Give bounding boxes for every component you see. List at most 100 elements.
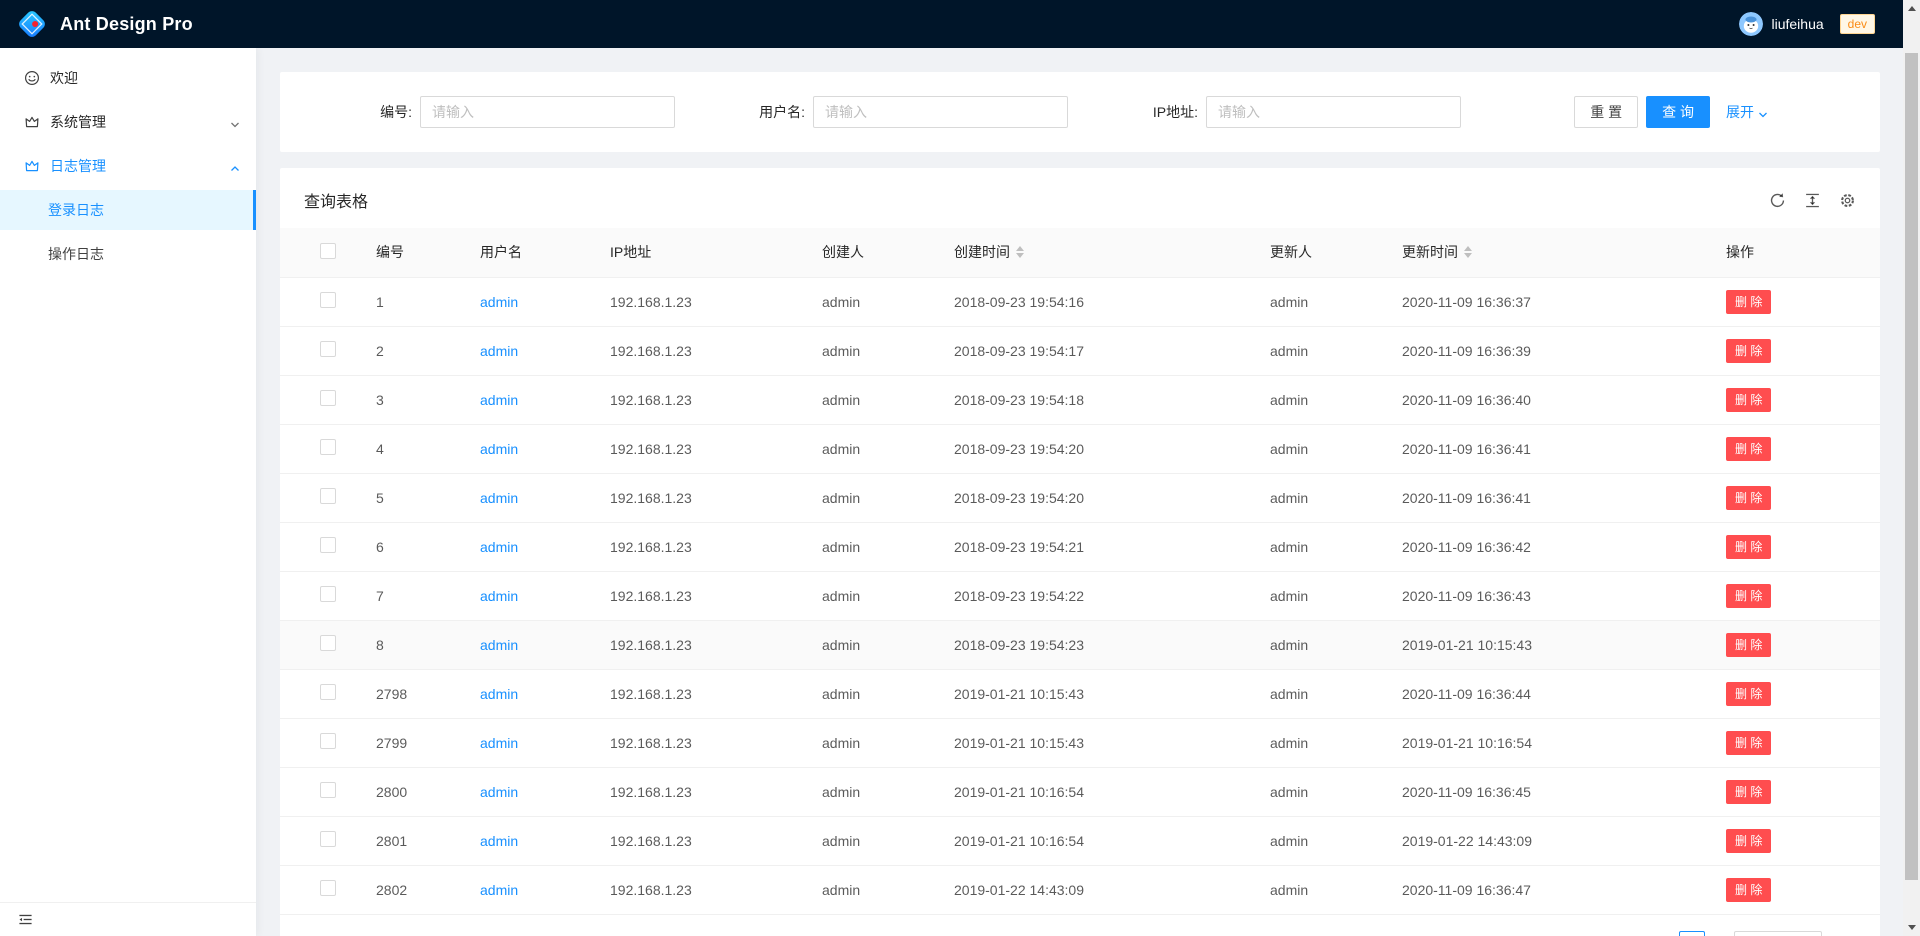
username-field[interactable] [813,96,1068,128]
cell-updated-at: 2020-11-09 16:36:40 [1386,375,1710,424]
sidebar-menu: 欢迎 系统管理 日志管理 [0,48,256,902]
row-checkbox[interactable] [320,635,336,651]
sidebar-item-log-management[interactable]: 日志管理 [0,146,256,186]
ip-field[interactable] [1206,96,1461,128]
row-checkbox[interactable] [320,390,336,406]
row-checkbox[interactable] [320,782,336,798]
menu-fold-icon[interactable] [18,912,33,927]
cell-id: 2798 [360,669,464,718]
cell-id: 4 [360,424,464,473]
sidebar: 欢迎 系统管理 日志管理 [0,48,256,936]
cell-creator: admin [806,816,938,865]
sidebar-item-system-management[interactable]: 系统管理 [0,102,256,142]
cell-updated-at: 2020-11-09 16:36:42 [1386,522,1710,571]
delete-button[interactable]: 删 除 [1726,780,1771,804]
cell-creator: admin [806,620,938,669]
row-checkbox[interactable] [320,831,336,847]
row-checkbox[interactable] [320,341,336,357]
cell-username-link[interactable]: admin [480,441,518,457]
row-checkbox[interactable] [320,880,336,896]
cell-username-link[interactable]: admin [480,343,518,359]
id-field[interactable] [420,96,675,128]
ant-design-logo-icon [16,8,48,40]
column-header-label: 更新时间 [1402,242,1458,262]
cell-updated-at: 2020-11-09 16:36:37 [1386,277,1710,326]
row-checkbox[interactable] [320,684,336,700]
cell-username-link[interactable]: admin [480,882,518,898]
delete-button[interactable]: 删 除 [1726,829,1771,853]
sort-carets-icon[interactable] [1016,246,1024,258]
cell-created-at: 2018-09-23 19:54:23 [938,620,1254,669]
cell-username-link[interactable]: admin [480,833,518,849]
delete-button[interactable]: 删 除 [1726,878,1771,902]
column-header-created-at[interactable]: 创建时间 [938,228,1254,277]
row-checkbox[interactable] [320,586,336,602]
cell-ip: 192.168.1.23 [594,718,806,767]
cell-username-link[interactable]: admin [480,735,518,751]
table-row: 8 admin 192.168.1.23 admin 2018-09-23 19… [280,620,1880,669]
cell-username-link[interactable]: admin [480,588,518,604]
cell-username-link[interactable]: admin [480,539,518,555]
expand-toggle[interactable]: 展开 [1726,102,1768,122]
cell-id: 2799 [360,718,464,767]
delete-button[interactable]: 删 除 [1726,731,1771,755]
row-checkbox[interactable] [320,292,336,308]
row-checkbox[interactable] [320,537,336,553]
delete-button[interactable]: 删 除 [1726,388,1771,412]
scrollbar-thumb[interactable] [1905,53,1918,880]
delete-button[interactable]: 删 除 [1726,437,1771,461]
pagination-size-select[interactable] [1734,931,1822,936]
expand-label: 展开 [1726,102,1754,122]
scroll-up-arrow-icon[interactable] [1903,0,1920,17]
sidebar-item-operation-log[interactable]: 操作日志 [0,234,256,274]
select-all-checkbox[interactable] [320,243,336,259]
user-menu-trigger[interactable]: liufeihua dev [1739,12,1875,36]
pagination-active-page[interactable] [1679,931,1705,936]
sidebar-item-login-log[interactable]: 登录日志 [0,190,256,230]
cell-creator: admin [806,522,938,571]
cell-created-at: 2018-09-23 19:54:20 [938,473,1254,522]
delete-button[interactable]: 删 除 [1726,535,1771,559]
delete-button[interactable]: 删 除 [1726,290,1771,314]
cell-id: 2802 [360,865,464,914]
query-button[interactable]: 查 询 [1646,96,1710,128]
density-icon[interactable] [1804,192,1821,209]
cell-username-link[interactable]: admin [480,490,518,506]
sidebar-item-label: 欢迎 [50,68,78,88]
delete-button[interactable]: 删 除 [1726,339,1771,363]
row-checkbox[interactable] [320,439,336,455]
row-checkbox[interactable] [320,733,336,749]
table-title: 查询表格 [304,188,368,212]
cell-username-link[interactable]: admin [480,637,518,653]
cell-updater: admin [1254,669,1386,718]
cell-ip: 192.168.1.23 [594,571,806,620]
cell-updater: admin [1254,424,1386,473]
cell-creator: admin [806,326,938,375]
reset-button[interactable]: 重 置 [1574,96,1638,128]
delete-button[interactable]: 删 除 [1726,633,1771,657]
cell-id: 5 [360,473,464,522]
settings-icon[interactable] [1839,192,1856,209]
cell-created-at: 2019-01-21 10:15:43 [938,718,1254,767]
cell-username-link[interactable]: admin [480,686,518,702]
cell-updater: admin [1254,571,1386,620]
user-name: liufeihua [1771,16,1823,32]
reload-icon[interactable] [1769,192,1786,209]
scroll-down-arrow-icon[interactable] [1903,919,1920,936]
cell-username-link[interactable]: admin [480,784,518,800]
sort-carets-icon[interactable] [1464,246,1472,258]
app-title: Ant Design Pro [60,14,193,35]
logo-link[interactable]: Ant Design Pro [16,8,193,40]
cell-creator: admin [806,375,938,424]
cell-username-link[interactable]: admin [480,294,518,310]
delete-button[interactable]: 删 除 [1726,584,1771,608]
row-checkbox[interactable] [320,488,336,504]
cell-updater: admin [1254,767,1386,816]
column-header-updated-at[interactable]: 更新时间 [1386,228,1710,277]
cell-updater: admin [1254,277,1386,326]
top-header: Ant Design Pro liufeihua dev [0,0,1920,48]
delete-button[interactable]: 删 除 [1726,682,1771,706]
sidebar-item-welcome[interactable]: 欢迎 [0,58,256,98]
cell-username-link[interactable]: admin [480,392,518,408]
delete-button[interactable]: 删 除 [1726,486,1771,510]
